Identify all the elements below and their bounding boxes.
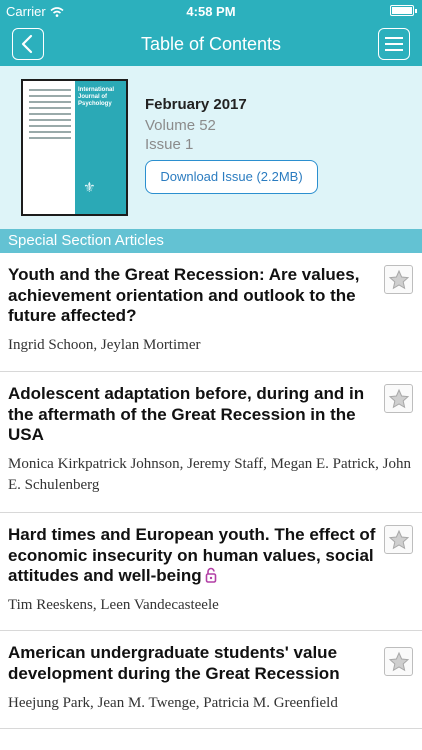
download-issue-button[interactable]: Download Issue (2.2MB) [145, 160, 318, 194]
status-bar: Carrier 4:58 PM [0, 0, 422, 22]
issue-volume: Volume 52 [145, 117, 216, 134]
article-title[interactable]: Hard times and European youth. The effec… [8, 525, 378, 587]
star-icon [388, 269, 410, 290]
favorite-button[interactable] [384, 525, 413, 554]
battery-icon [390, 5, 417, 16]
cover-text-lines [29, 89, 71, 143]
star-icon [388, 388, 410, 409]
status-time: 4:58 PM [186, 4, 236, 19]
article-authors: Tim Reeskens, Leen Vandecasteele [8, 597, 219, 613]
article-title[interactable]: American undergraduate students' value d… [8, 643, 378, 684]
open-access-lock-icon [205, 567, 216, 583]
article-item[interactable]: American undergraduate students' value d… [0, 631, 422, 729]
favorite-button[interactable] [384, 384, 413, 413]
star-icon [388, 529, 410, 550]
favorite-button[interactable] [384, 265, 413, 294]
cover-title: International Journal of Psychology [78, 87, 115, 107]
article-authors: Monica Kirkpatrick Johnson, Jeremy Staff… [8, 456, 411, 493]
journal-cover-image[interactable]: International Journal of Psychology ⚜ [21, 79, 128, 216]
article-title-text: Hard times and European youth. The effec… [8, 525, 376, 585]
cover-logo-icon: ⚜ [83, 179, 96, 195]
navigation-bar: Table of Contents [0, 22, 422, 66]
article-authors: Ingrid Schoon, Jeylan Mortimer [8, 337, 201, 353]
issue-number: Issue 1 [145, 136, 194, 153]
section-header: Special Section Articles [0, 229, 422, 253]
issue-date: February 2017 [145, 96, 247, 113]
article-item[interactable]: Youth and the Great Recession: Are value… [0, 253, 422, 372]
article-authors: Heejung Park, Jean M. Twenge, Patricia M… [8, 695, 338, 711]
star-icon [388, 651, 410, 672]
article-title[interactable]: Adolescent adaptation before, during and… [8, 384, 378, 446]
hamburger-menu-icon [385, 37, 403, 51]
menu-button[interactable] [378, 28, 410, 60]
favorite-button[interactable] [384, 647, 413, 676]
article-title[interactable]: Youth and the Great Recession: Are value… [8, 265, 378, 327]
article-item[interactable]: Hard times and European youth. The effec… [0, 513, 422, 631]
article-item[interactable]: Adolescent adaptation before, during and… [0, 372, 422, 513]
page-title: Table of Contents [140, 34, 282, 54]
issue-header: International Journal of Psychology ⚜ Fe… [0, 66, 422, 229]
